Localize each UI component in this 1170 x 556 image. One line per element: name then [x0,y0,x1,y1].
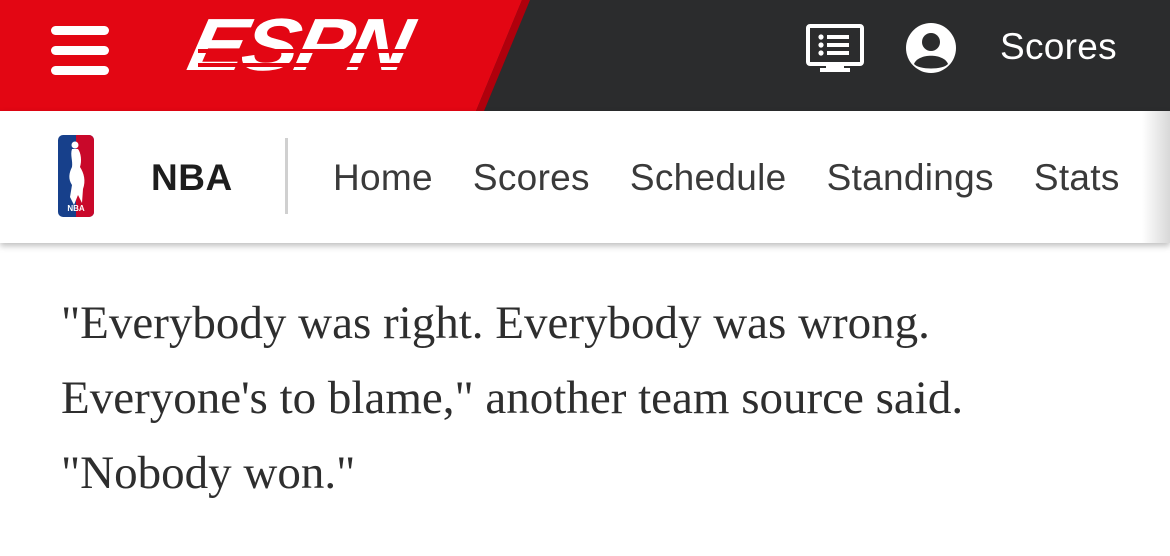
brand-red-panel [0,0,530,111]
top-header: ESPN Scores [0,0,1170,111]
subnav-item-scores[interactable]: Scores [473,157,590,199]
article-paragraph: "Everybody was right. Everybody was wron… [61,297,964,499]
league-subnav: NBA NBA Home Scores Schedule Standings Stats [0,111,1170,243]
subnav-item-stats[interactable]: Stats [1034,157,1120,199]
espn-logo[interactable]: ESPN [181,3,448,86]
subnav-divider [285,138,288,214]
subnav-item-home[interactable]: Home [333,157,433,199]
subnav-item-standings[interactable]: Standings [827,157,994,199]
subnav-item-schedule[interactable]: Schedule [630,157,787,199]
subnav-items: Home Scores Schedule Standings Stats [333,157,1160,199]
header-scores-link[interactable]: Scores [1000,26,1117,68]
svg-text:NBA: NBA [67,204,85,213]
account-icon[interactable] [905,22,957,74]
league-name[interactable]: NBA [151,157,233,199]
watch-icon[interactable] [806,24,864,74]
article-body: "Everybody was right. Everybody was wron… [61,286,1141,511]
subnav-scroll-fade [1142,111,1170,243]
espn-logo-text: ESPN [181,3,418,86]
nba-logo-icon[interactable]: NBA [58,135,94,217]
menu-icon[interactable] [48,24,114,76]
